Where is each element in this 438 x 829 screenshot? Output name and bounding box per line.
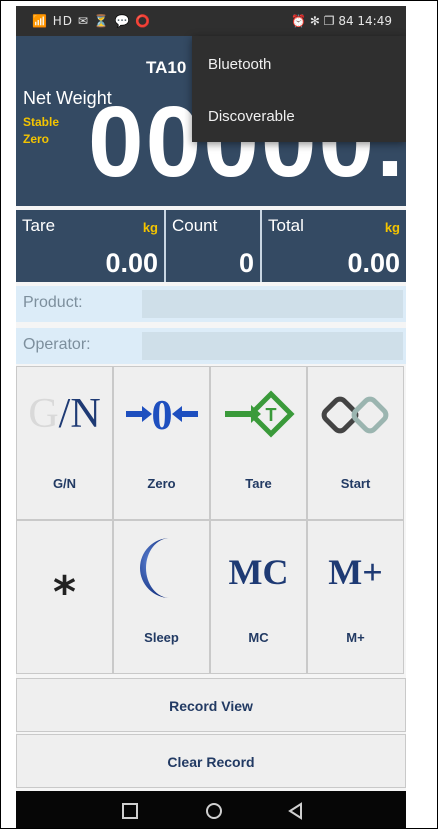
recent-apps-icon[interactable] (120, 801, 140, 821)
moon-icon (114, 535, 209, 601)
tare-unit: kg (142, 220, 158, 235)
start-button[interactable]: Start (307, 366, 404, 520)
gn-button[interactable]: G/N G/N (16, 366, 113, 520)
operator-input[interactable] (142, 332, 403, 360)
zero-label: Zero (147, 476, 176, 491)
product-input[interactable] (142, 290, 403, 318)
device-title: TA10 (146, 58, 187, 77)
operator-row: Operator: (16, 328, 406, 364)
m-plus-button[interactable]: M+ M+ (307, 520, 404, 674)
count-value: 0 (238, 248, 254, 278)
status-bar: 📶 HD ✉ ⏳ 💬 ⭕ ⏰ ✻ ❐ 84 14:49 (16, 6, 406, 36)
total-cell: Total kg 0.00 (262, 210, 406, 282)
sleep-label: Sleep (144, 630, 179, 645)
phone-screen: 📶 HD ✉ ⏳ 💬 ⭕ ⏰ ✻ ❐ 84 14:49 TA10 Net Wei… (16, 6, 406, 828)
svg-text:T: T (265, 405, 276, 425)
status-right-info: ⏰ ✻ ❐ 84 14:49 (291, 14, 392, 28)
count-cell: Count 0 (166, 210, 260, 282)
clear-record-button[interactable]: Clear Record (16, 734, 406, 788)
menu-item-bluetooth[interactable]: Bluetooth (208, 56, 271, 73)
start-icon (308, 385, 403, 443)
count-label: Count (172, 216, 218, 235)
total-label: Total (268, 216, 304, 235)
tare-cell: Tare kg 0.00 (16, 210, 164, 282)
record-view-button[interactable]: Record View (16, 678, 406, 732)
tare-label: Tare (22, 216, 56, 235)
svg-text:0: 0 (151, 393, 172, 436)
menu-item-discoverable[interactable]: Discoverable (208, 108, 295, 125)
gn-label: G/N (52, 476, 77, 491)
operator-label: Operator: (23, 336, 91, 353)
mc-button[interactable]: MC MC (210, 520, 307, 674)
start-label: Start (340, 476, 371, 491)
sleep-button[interactable]: Sleep (113, 520, 210, 674)
m-plus-label: M+ (346, 630, 365, 645)
asterisk-button[interactable]: * (16, 520, 113, 674)
stable-indicator: Stable (23, 115, 60, 129)
tare-icon: T (211, 385, 306, 443)
status-left-icons: 📶 HD ✉ ⏳ 💬 ⭕ (32, 14, 152, 28)
tare-button[interactable]: T Tare (210, 366, 307, 520)
mc-label: MC (248, 630, 269, 645)
back-icon[interactable] (286, 801, 306, 821)
asterisk-icon: * (52, 566, 76, 618)
product-row: Product: (16, 286, 406, 322)
overflow-menu: Bluetooth Discoverable (192, 36, 406, 142)
m-plus-icon: M+ (328, 552, 383, 592)
gn-icon: G/N (28, 391, 101, 437)
tare-value: 0.00 (105, 248, 158, 278)
zero-indicator: Zero (23, 132, 50, 146)
home-icon[interactable] (204, 801, 224, 821)
zero-icon: 0 (114, 385, 209, 443)
totals-row: Tare kg 0.00 Count 0 Total kg 0.00 (16, 210, 406, 282)
zero-button[interactable]: 0 Zero (113, 366, 210, 520)
nav-bar (16, 791, 406, 828)
total-unit: kg (384, 220, 400, 235)
tare-label: Tare (245, 476, 272, 491)
button-grid: G/N G/N 0 Zero T Tare Start * Sleep MC M… (16, 366, 406, 678)
mc-icon: MC (228, 552, 289, 592)
total-value: 0.00 (347, 248, 400, 278)
product-label: Product: (23, 294, 83, 311)
